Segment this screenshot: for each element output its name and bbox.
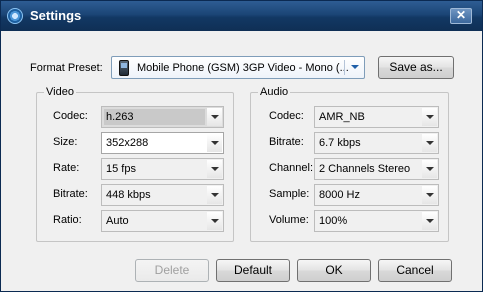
- audio-sample-dropdown[interactable]: 8000 Hz: [314, 184, 439, 206]
- audio-channel-label: Channel:: [269, 162, 314, 174]
- chevron-down-icon[interactable]: [422, 108, 437, 126]
- dropdown-separator: [344, 60, 345, 75]
- window-title: Settings: [30, 8, 82, 23]
- video-bitrate-dropdown[interactable]: 448 kbps: [101, 184, 224, 206]
- chevron-down-icon[interactable]: [347, 58, 362, 76]
- chevron-down-icon[interactable]: [422, 134, 437, 152]
- close-icon[interactable]: ✕: [450, 8, 472, 24]
- video-bitrate-label: Bitrate:: [53, 188, 88, 200]
- chevron-down-icon[interactable]: [207, 160, 222, 178]
- audio-codec-dropdown[interactable]: AMR_NB: [314, 106, 439, 128]
- cancel-button[interactable]: Cancel: [378, 259, 452, 282]
- chevron-down-icon[interactable]: [207, 134, 222, 152]
- audio-bitrate-value: 6.7 kbps: [319, 137, 361, 149]
- settings-app-icon: [7, 8, 23, 24]
- settings-window: Settings ✕ Format Preset: Mobile Phone (…: [0, 0, 483, 292]
- format-preset-label: Format Preset:: [30, 62, 103, 74]
- phone-icon: [119, 60, 129, 76]
- save-as-button[interactable]: Save as...: [378, 56, 454, 79]
- video-rate-dropdown[interactable]: 15 fps: [101, 158, 224, 180]
- audio-channel-value: 2 Channels Stereo: [319, 163, 411, 175]
- audio-group-title: Audio: [258, 86, 291, 98]
- video-ratio-label: Ratio:: [53, 214, 82, 226]
- video-bitrate-value: 448 kbps: [106, 189, 151, 201]
- delete-button[interactable]: Delete: [135, 259, 209, 282]
- audio-sample-label: Sample:: [269, 188, 310, 200]
- audio-codec-value: AMR_NB: [319, 111, 365, 123]
- chevron-down-icon[interactable]: [207, 212, 222, 230]
- audio-volume-dropdown[interactable]: 100%: [314, 210, 439, 232]
- audio-volume-label: Volume:: [269, 214, 309, 226]
- chevron-down-icon[interactable]: [207, 108, 222, 126]
- audio-volume-value: 100%: [319, 215, 348, 227]
- video-ratio-dropdown[interactable]: Auto: [101, 210, 224, 232]
- chevron-down-icon[interactable]: [207, 186, 222, 204]
- audio-bitrate-label: Bitrate:: [269, 136, 304, 148]
- video-rate-label: Rate:: [53, 162, 80, 174]
- chevron-down-icon[interactable]: [422, 160, 437, 178]
- audio-codec-label: Codec:: [269, 110, 304, 122]
- audio-channel-dropdown[interactable]: 2 Channels Stereo: [314, 158, 439, 180]
- video-group-title: Video: [44, 86, 76, 98]
- audio-bitrate-dropdown[interactable]: 6.7 kbps: [314, 132, 439, 154]
- video-size-value: 352x288: [106, 137, 149, 149]
- chevron-down-icon[interactable]: [422, 186, 437, 204]
- video-size-dropdown[interactable]: 352x288: [101, 132, 224, 154]
- format-preset-value: Mobile Phone (GSM) 3GP Video - Mono (...: [137, 62, 349, 74]
- ok-button[interactable]: OK: [297, 259, 371, 282]
- video-ratio-value: Auto: [106, 215, 129, 227]
- chevron-down-icon[interactable]: [422, 212, 437, 230]
- audio-sample-value: 8000 Hz: [319, 189, 360, 201]
- default-button[interactable]: Default: [216, 259, 290, 282]
- format-preset-dropdown[interactable]: Mobile Phone (GSM) 3GP Video - Mono (...: [111, 56, 365, 79]
- video-rate-value: 15 fps: [106, 163, 136, 175]
- video-size-label: Size:: [53, 136, 78, 148]
- title-bar[interactable]: Settings ✕: [1, 1, 482, 31]
- video-codec-label: Codec:: [53, 110, 88, 122]
- video-codec-value: h.263: [104, 109, 205, 125]
- video-codec-dropdown[interactable]: h.263: [101, 106, 224, 128]
